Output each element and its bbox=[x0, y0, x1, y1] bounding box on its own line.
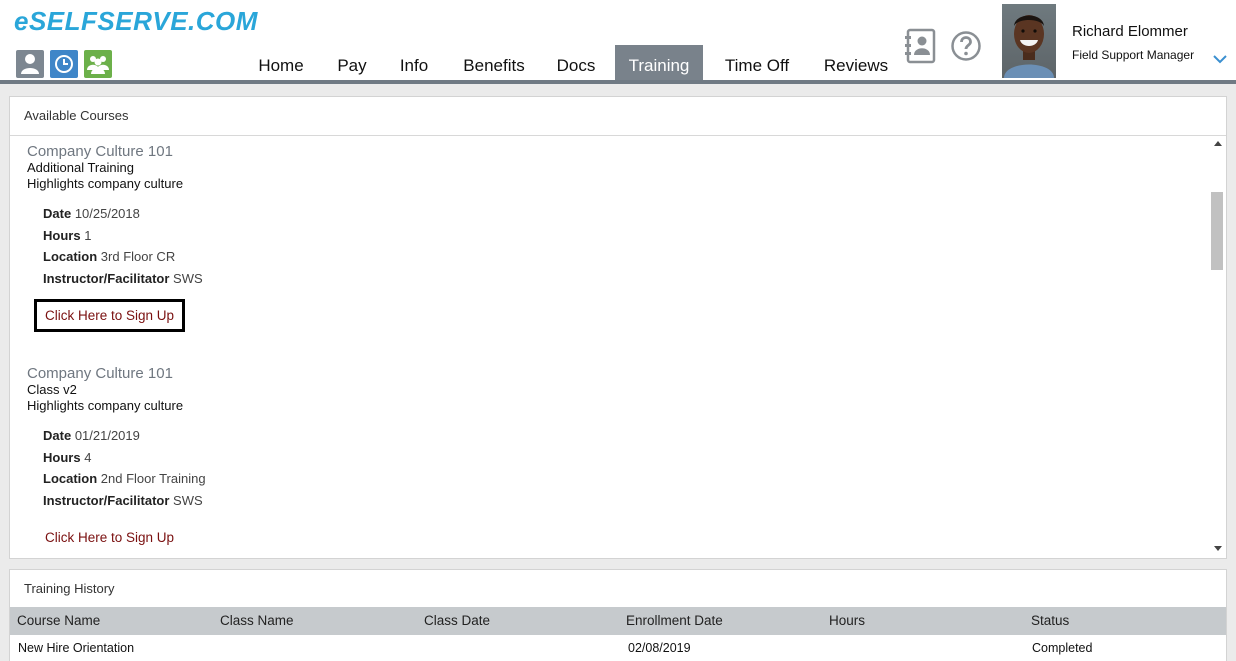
help-icon[interactable] bbox=[949, 28, 983, 64]
nav-info[interactable]: Info bbox=[388, 45, 440, 81]
location-value: 3rd Floor CR bbox=[100, 249, 176, 264]
course-title: Company Culture 101 bbox=[27, 365, 173, 382]
logo[interactable]: eSELFSERVE.COM bbox=[14, 6, 258, 37]
col-enrollment-date[interactable]: Enrollment Date bbox=[626, 607, 723, 635]
hours-label: Hours bbox=[43, 227, 81, 243]
signup-link[interactable]: Click Here to Sign Up bbox=[34, 299, 186, 332]
courses-scrollbar[interactable] bbox=[1210, 136, 1225, 556]
instructor-value: SWS bbox=[173, 270, 203, 286]
nav-docs[interactable]: Docs bbox=[546, 45, 606, 81]
clock-icon bbox=[55, 55, 73, 73]
instructor-label: Instructor/Facilitator bbox=[43, 492, 170, 508]
col-status[interactable]: Status bbox=[1031, 607, 1069, 635]
cell-enrollment-date: 02/08/2019 bbox=[628, 641, 691, 655]
date-label: Date bbox=[43, 206, 72, 221]
course-location-row: Location 2nd Floor Training bbox=[27, 468, 206, 490]
location-value: 2nd Floor Training bbox=[100, 471, 206, 486]
nav-reviews[interactable]: Reviews bbox=[815, 45, 897, 81]
user-mode-button[interactable] bbox=[16, 50, 44, 78]
location-label: Location bbox=[43, 249, 98, 264]
scroll-down-arrow-icon[interactable] bbox=[1214, 546, 1222, 551]
scroll-up-arrow-icon[interactable] bbox=[1214, 141, 1222, 146]
col-class-date[interactable]: Class Date bbox=[424, 607, 490, 635]
chevron-down-icon[interactable] bbox=[1212, 52, 1228, 66]
header-rule bbox=[0, 80, 1236, 84]
address-book-icon[interactable] bbox=[905, 28, 939, 64]
user-name: Richard Elommer bbox=[1072, 23, 1188, 40]
course-date-row: Date 01/21/2019 bbox=[27, 425, 206, 447]
date-value: 01/21/2019 bbox=[74, 428, 140, 443]
hours-value: 1 bbox=[84, 227, 92, 243]
date-label: Date bbox=[43, 428, 72, 443]
hours-value: 4 bbox=[84, 449, 92, 465]
table-row[interactable]: New Hire Orientation 02/08/2019 Complete… bbox=[10, 635, 1226, 661]
nav-home[interactable]: Home bbox=[246, 45, 316, 81]
location-label: Location bbox=[43, 471, 98, 486]
cell-status: Completed bbox=[1032, 641, 1093, 655]
col-course-name[interactable]: Course Name bbox=[17, 607, 100, 635]
team-mode-button[interactable] bbox=[84, 50, 112, 78]
nav-training[interactable]: Training bbox=[615, 45, 703, 81]
course-hours-row: Hours 4 bbox=[27, 447, 206, 469]
course-card: Company Culture 101 Class v2 Highlights … bbox=[27, 366, 206, 554]
course-instructor-row: Instructor/Facilitator SWS bbox=[27, 268, 203, 290]
user-role: Field Support Manager bbox=[1072, 48, 1195, 62]
course-title: Company Culture 101 bbox=[27, 143, 173, 160]
course-class: Class v2 bbox=[27, 382, 77, 397]
history-table-header: Course Name Class Name Class Date Enroll… bbox=[10, 607, 1226, 635]
team-icon bbox=[87, 56, 109, 74]
course-card: Company Culture 101 Additional Training … bbox=[27, 144, 203, 332]
col-class-name[interactable]: Class Name bbox=[220, 607, 294, 635]
course-class: Additional Training bbox=[27, 160, 134, 175]
avatar[interactable] bbox=[1002, 4, 1056, 78]
nav-benefits[interactable]: Benefits bbox=[452, 45, 536, 81]
profile-photo bbox=[1004, 15, 1054, 78]
cell-course-name: New Hire Orientation bbox=[18, 641, 135, 655]
date-value: 10/25/2018 bbox=[74, 206, 140, 221]
nav-pay[interactable]: Pay bbox=[326, 45, 378, 81]
user-icon bbox=[21, 54, 39, 74]
available-courses-title: Available Courses bbox=[24, 108, 129, 123]
course-description: Highlights company culture bbox=[27, 176, 184, 191]
course-date-row: Date 10/25/2018 bbox=[27, 203, 203, 225]
instructor-label: Instructor/Facilitator bbox=[43, 270, 170, 286]
courses-list[interactable]: Company Culture 101 Additional Training … bbox=[10, 136, 1210, 556]
training-history-panel: Training History Course Name Class Name … bbox=[9, 569, 1227, 661]
course-instructor-row: Instructor/Facilitator SWS bbox=[27, 490, 206, 512]
course-hours-row: Hours 1 bbox=[27, 225, 203, 247]
instructor-value: SWS bbox=[173, 492, 203, 508]
course-description: Highlights company culture bbox=[27, 398, 184, 413]
hours-label: Hours bbox=[43, 449, 81, 465]
available-courses-panel: Available Courses Company Culture 101 Ad… bbox=[9, 96, 1227, 559]
course-location-row: Location 3rd Floor CR bbox=[27, 246, 203, 268]
scroll-thumb[interactable] bbox=[1211, 192, 1223, 270]
nav-time-off[interactable]: Time Off bbox=[713, 45, 801, 81]
training-history-title: Training History bbox=[24, 581, 115, 596]
col-hours[interactable]: Hours bbox=[829, 607, 865, 635]
signup-link[interactable]: Click Here to Sign Up bbox=[34, 521, 185, 554]
app-header: eSELFSERVE.COM Home Pay Info Benefits Do… bbox=[0, 0, 1236, 84]
clock-mode-button[interactable] bbox=[50, 50, 78, 78]
